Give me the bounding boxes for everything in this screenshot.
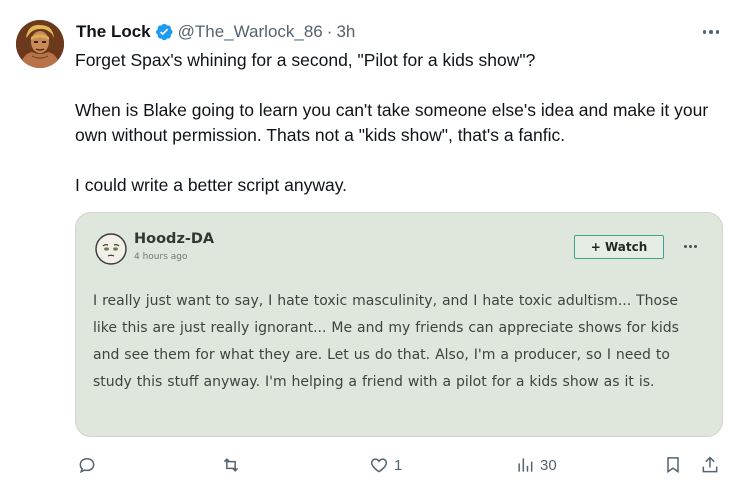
bookmark-button[interactable] (663, 451, 683, 479)
post-card[interactable]: The Lock @The_Warlock_86 · 3h Forget Spa… (0, 0, 745, 487)
watch-button: + Watch (574, 235, 664, 259)
reply-button[interactable] (77, 451, 102, 479)
post-text: Forget Spax's whining for a second, "Pil… (75, 48, 730, 198)
share-button[interactable] (700, 451, 720, 479)
action-bar: 1 30 (0, 451, 745, 479)
quoted-user-name: Hoodz-DA (134, 231, 215, 247)
like-button[interactable]: 1 (369, 451, 402, 479)
heart-icon (370, 458, 388, 473)
repost-icon (223, 458, 239, 472)
quoted-image-card[interactable]: Hoodz-DA 4 hours ago + Watch I really ju… (75, 212, 723, 437)
post-paragraph: When is Blake going to learn you can't t… (75, 100, 714, 145)
post-header: The Lock @The_Warlock_86 · 3h (76, 20, 355, 44)
share-icon (702, 456, 718, 473)
quoted-user-avatar (94, 232, 128, 266)
views-icon (518, 458, 533, 472)
user-avatar[interactable] (16, 20, 64, 68)
quoted-more-icon (682, 241, 698, 251)
user-handle[interactable]: @The_Warlock_86 (178, 22, 323, 42)
avatar-image (16, 20, 64, 68)
repost-button[interactable] (221, 451, 246, 479)
verified-badge-icon (154, 22, 174, 42)
more-icon[interactable] (700, 22, 722, 42)
views-count: 30 (540, 456, 557, 474)
post-paragraph: Forget Spax's whining for a second, "Pil… (75, 50, 536, 70)
quoted-body-text: I really just want to say, I hate toxic … (93, 293, 679, 390)
post-paragraph: I could write a better script anyway. (75, 175, 348, 195)
views-button[interactable]: 30 (515, 451, 557, 479)
like-count: 1 (394, 456, 403, 474)
display-name[interactable]: The Lock (76, 22, 151, 42)
separator-dot: · (326, 22, 333, 41)
quoted-timestamp: 4 hours ago (134, 252, 188, 262)
bookmark-icon (667, 457, 679, 474)
reply-icon (79, 457, 95, 474)
post-timestamp[interactable]: 3h (336, 22, 355, 42)
